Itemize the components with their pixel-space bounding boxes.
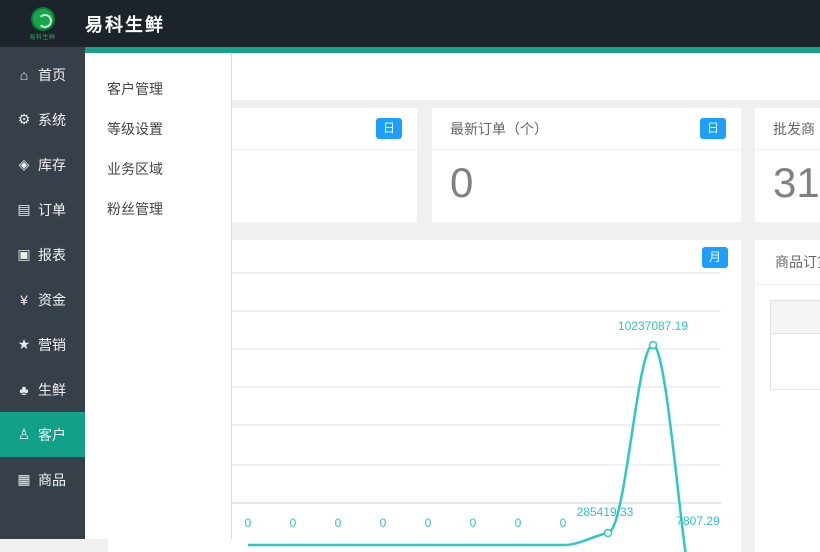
- chart-point-label: 10237087.19: [618, 319, 688, 333]
- stat-card-latest-orders-value: 0: [450, 159, 474, 206]
- customer-submenu-panel: 客户管理 等级设置 业务区域 粉丝管理: [85, 53, 232, 539]
- sidebar-item-label: 资金: [38, 291, 66, 308]
- goods-order-panel-title: 商品订货: [755, 240, 820, 285]
- sidebar-item-system[interactable]: ⚙ 系统: [0, 97, 85, 142]
- chart-point-label: 285419.33: [577, 505, 634, 519]
- submenu-item-level-settings[interactable]: 等级设置: [85, 109, 231, 149]
- goods-order-table-header: [771, 301, 820, 334]
- sidebar-item-customers[interactable]: ♙ 客户: [0, 412, 85, 457]
- sidebar-item-label: 营销: [38, 336, 66, 353]
- sidebar-item-funds[interactable]: ¥ 资金: [0, 277, 85, 322]
- star-icon: ★: [17, 336, 31, 352]
- submenu-item-fan-management[interactable]: 粉丝管理: [85, 189, 231, 229]
- submenu-item-business-area[interactable]: 业务区域: [85, 149, 231, 189]
- sidebar-item-label: 生鲜: [38, 381, 66, 398]
- yen-icon: ¥: [20, 291, 28, 308]
- chart-point-label: 0: [560, 516, 567, 530]
- sidebar-item-home[interactable]: ⌂ 首页: [0, 52, 85, 97]
- goods-order-panel: 商品订货: [755, 240, 820, 552]
- app-title: 易科生鲜: [85, 14, 165, 35]
- sidebar-item-label: 客户: [38, 426, 66, 443]
- stat-card-latest-orders-title: 最新订单（个）: [450, 120, 548, 137]
- chart-point-label: 7807.29: [676, 514, 720, 528]
- cube-icon: ◈: [18, 156, 30, 172]
- submenu-item-customer-management[interactable]: 客户管理: [85, 69, 231, 109]
- logo-icon: [30, 6, 55, 31]
- sidebar-item-label: 商品: [38, 471, 66, 488]
- sidebar-item-fresh[interactable]: ♣ 生鲜: [0, 367, 85, 412]
- logo-subtext: 易科生鲜: [29, 34, 56, 41]
- chart-point-label: 0: [290, 516, 297, 530]
- person-icon: ♙: [17, 426, 31, 442]
- grid-icon: ▦: [17, 471, 31, 487]
- period-badge-month[interactable]: 月: [702, 247, 728, 268]
- stat-card-wholesalers-title: 批发商（: [773, 120, 820, 137]
- goods-order-table-row: [771, 334, 820, 389]
- sidebar-item-marketing[interactable]: ★ 营销: [0, 322, 85, 367]
- chart-point-label: 0: [515, 516, 522, 530]
- stat-card-wholesalers: 批发商（ 31: [755, 108, 820, 222]
- report-board-icon: ▣: [17, 246, 31, 262]
- sidebar: ⌂ 首页 ⚙ 系统 ◈ 库存 ▤ 订单 ▣ 报表 ¥ 资金 ★ 营销 ♣ 生鲜 …: [0, 47, 85, 539]
- goods-order-table: [770, 300, 820, 390]
- top-header-bar: 易科生鲜 易科生鲜: [0, 0, 820, 47]
- document-icon: ▤: [17, 201, 31, 217]
- accent-strip: [85, 47, 820, 53]
- chart-point-label: 0: [335, 516, 342, 530]
- sidebar-item-orders[interactable]: ▤ 订单: [0, 187, 85, 232]
- sidebar-item-label: 订单: [38, 201, 66, 218]
- gear-icon: ⚙: [17, 111, 31, 127]
- app-logo: 易科生鲜: [0, 6, 85, 41]
- chart-point-label: 0: [380, 516, 387, 530]
- home-icon: ⌂: [19, 66, 29, 83]
- stat-card-wholesalers-value: 31: [773, 159, 820, 206]
- plant-icon: ♣: [19, 381, 29, 398]
- sidebar-item-label: 库存: [38, 156, 66, 173]
- period-badge-day[interactable]: 日: [700, 118, 726, 139]
- sidebar-item-label: 首页: [38, 66, 66, 83]
- sidebar-item-label: 报表: [38, 246, 66, 263]
- stat-card-latest-orders: 最新订单（个） 日 0: [432, 108, 741, 222]
- chart-point-marker: [648, 340, 658, 350]
- sidebar-item-inventory[interactable]: ◈ 库存: [0, 142, 85, 187]
- chart-point-label: 0: [425, 516, 432, 530]
- sidebar-item-goods[interactable]: ▦ 商品: [0, 457, 85, 502]
- period-badge-day[interactable]: 日: [376, 118, 402, 139]
- chart-point-label: 0: [470, 516, 477, 530]
- sidebar-item-reports[interactable]: ▣ 报表: [0, 232, 85, 277]
- sidebar-item-label: 系统: [38, 111, 66, 128]
- chart-point-marker: [603, 528, 613, 538]
- chart-point-label: 0: [245, 516, 252, 530]
